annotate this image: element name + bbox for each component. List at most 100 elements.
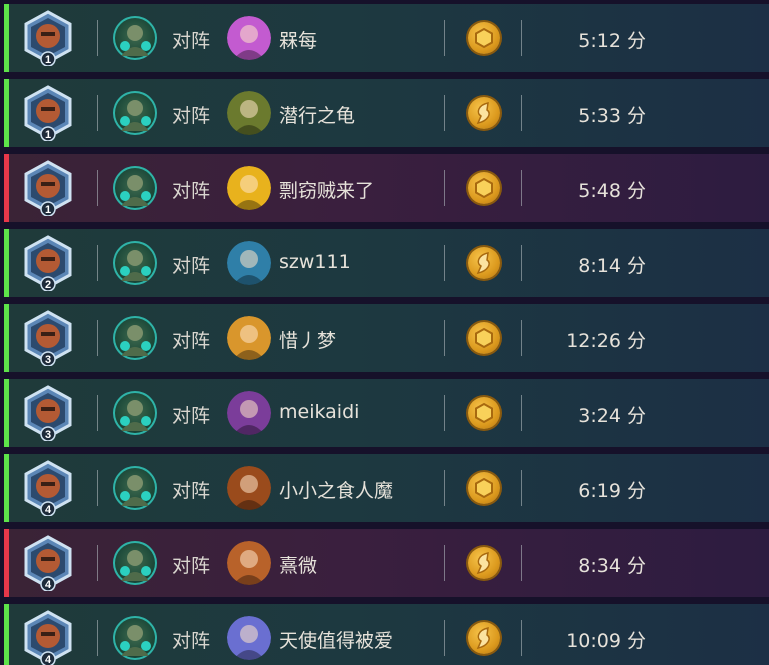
versus-label: 对阵 — [172, 330, 211, 352]
svg-text:1: 1 — [45, 129, 51, 141]
coin-mode-icon — [468, 172, 500, 204]
divider — [521, 470, 522, 506]
divider — [444, 470, 445, 506]
rank-badge-icon: 1 — [22, 10, 74, 67]
rank-badge-icon: 3 — [22, 310, 74, 367]
svg-text:4: 4 — [45, 504, 52, 516]
match-duration: 8:14 分 — [578, 255, 646, 277]
divider — [444, 245, 445, 281]
opponent-name: meikaidi — [279, 401, 360, 423]
opponent-name: 天使值得被爱 — [279, 630, 394, 652]
divider — [97, 245, 98, 281]
rank-badge-icon: 4 — [22, 535, 74, 592]
player-hero-avatar — [113, 91, 157, 135]
opponent-name: 熹微 — [279, 555, 318, 577]
versus-label: 对阵 — [172, 630, 211, 652]
player-hero-avatar — [113, 16, 157, 60]
swirl-mode-icon — [468, 622, 500, 654]
match-row[interactable]: 2 对阵 szw111 8:14 分 — [4, 229, 769, 297]
divider — [97, 170, 98, 206]
divider — [444, 395, 445, 431]
svg-text:4: 4 — [45, 654, 52, 665]
rank-badge-icon: 3 — [22, 385, 74, 442]
divider — [444, 20, 445, 56]
match-duration: 5:48 分 — [578, 180, 646, 202]
versus-label: 对阵 — [172, 255, 211, 277]
opponent-name: 剽窃贼来了 — [279, 180, 375, 202]
opponent-hero-avatar — [227, 16, 271, 60]
divider — [521, 95, 522, 131]
versus-label: 对阵 — [172, 30, 211, 52]
divider — [444, 95, 445, 131]
rank-badge-icon: 1 — [22, 85, 74, 142]
match-row[interactable]: 4 对阵 熹微 8:34 分 — [4, 529, 769, 597]
match-row[interactable]: 4 对阵 小小之食人魔 6:19 分 — [4, 454, 769, 522]
swirl-mode-icon — [468, 97, 500, 129]
divider — [521, 20, 522, 56]
coin-mode-icon — [468, 22, 500, 54]
divider — [97, 95, 98, 131]
divider — [521, 320, 522, 356]
versus-label: 对阵 — [172, 405, 211, 427]
divider — [444, 170, 445, 206]
match-row[interactable]: 3 对阵 meikaidi 3:24 分 — [4, 379, 769, 447]
divider — [97, 545, 98, 581]
opponent-name: 惜丿梦 — [279, 330, 337, 352]
opponent-hero-avatar — [227, 391, 271, 435]
player-hero-avatar — [113, 541, 157, 585]
rank-badge-icon: 1 — [22, 160, 74, 217]
match-history-list: 1 对阵 槑每 5:12 分 1 对阵 潜行之龟 5:33 分 1 对阵 剽窃贼… — [0, 0, 769, 665]
match-duration: 8:34 分 — [578, 555, 646, 577]
divider — [521, 620, 522, 656]
coin-mode-icon — [468, 322, 500, 354]
player-hero-avatar — [113, 466, 157, 510]
divider — [97, 320, 98, 356]
opponent-hero-avatar — [227, 616, 271, 660]
rank-badge-icon: 4 — [22, 460, 74, 517]
match-row[interactable]: 1 对阵 潜行之龟 5:33 分 — [4, 79, 769, 147]
match-duration: 3:24 分 — [578, 405, 646, 427]
match-row[interactable]: 3 对阵 惜丿梦 12:26 分 — [4, 304, 769, 372]
match-row[interactable]: 1 对阵 剽窃贼来了 5:48 分 — [4, 154, 769, 222]
player-hero-avatar — [113, 316, 157, 360]
versus-label: 对阵 — [172, 105, 211, 127]
opponent-hero-avatar — [227, 241, 271, 285]
opponent-hero-avatar — [227, 466, 271, 510]
match-duration: 5:33 分 — [578, 105, 646, 127]
divider — [444, 620, 445, 656]
divider — [97, 620, 98, 656]
coin-mode-icon — [468, 397, 500, 429]
versus-label: 对阵 — [172, 555, 211, 577]
coin-mode-icon — [468, 472, 500, 504]
svg-text:2: 2 — [45, 279, 51, 291]
match-duration: 10:09 分 — [566, 630, 646, 652]
svg-text:1: 1 — [45, 204, 51, 216]
swirl-mode-icon — [468, 247, 500, 279]
divider — [444, 320, 445, 356]
divider — [97, 395, 98, 431]
player-hero-avatar — [113, 616, 157, 660]
opponent-name: 槑每 — [279, 30, 318, 52]
versus-label: 对阵 — [172, 480, 211, 502]
match-duration: 12:26 分 — [566, 330, 646, 352]
divider — [521, 395, 522, 431]
rank-badge-icon: 2 — [22, 235, 74, 292]
divider — [521, 170, 522, 206]
svg-text:4: 4 — [45, 579, 52, 591]
match-row[interactable]: 4 对阵 天使值得被爱 10:09 分 — [4, 604, 769, 665]
opponent-hero-avatar — [227, 166, 271, 210]
swirl-mode-icon — [468, 547, 500, 579]
opponent-hero-avatar — [227, 316, 271, 360]
player-hero-avatar — [113, 391, 157, 435]
divider — [97, 470, 98, 506]
match-row[interactable]: 1 对阵 槑每 5:12 分 — [4, 4, 769, 72]
svg-text:3: 3 — [45, 429, 51, 441]
svg-text:3: 3 — [45, 354, 51, 366]
match-duration: 6:19 分 — [578, 480, 646, 502]
opponent-name: szw111 — [279, 251, 351, 273]
divider — [521, 545, 522, 581]
opponent-hero-avatar — [227, 91, 271, 135]
match-duration: 5:12 分 — [578, 30, 646, 52]
rank-badge-icon: 4 — [22, 610, 74, 665]
opponent-name: 潜行之龟 — [279, 105, 356, 127]
